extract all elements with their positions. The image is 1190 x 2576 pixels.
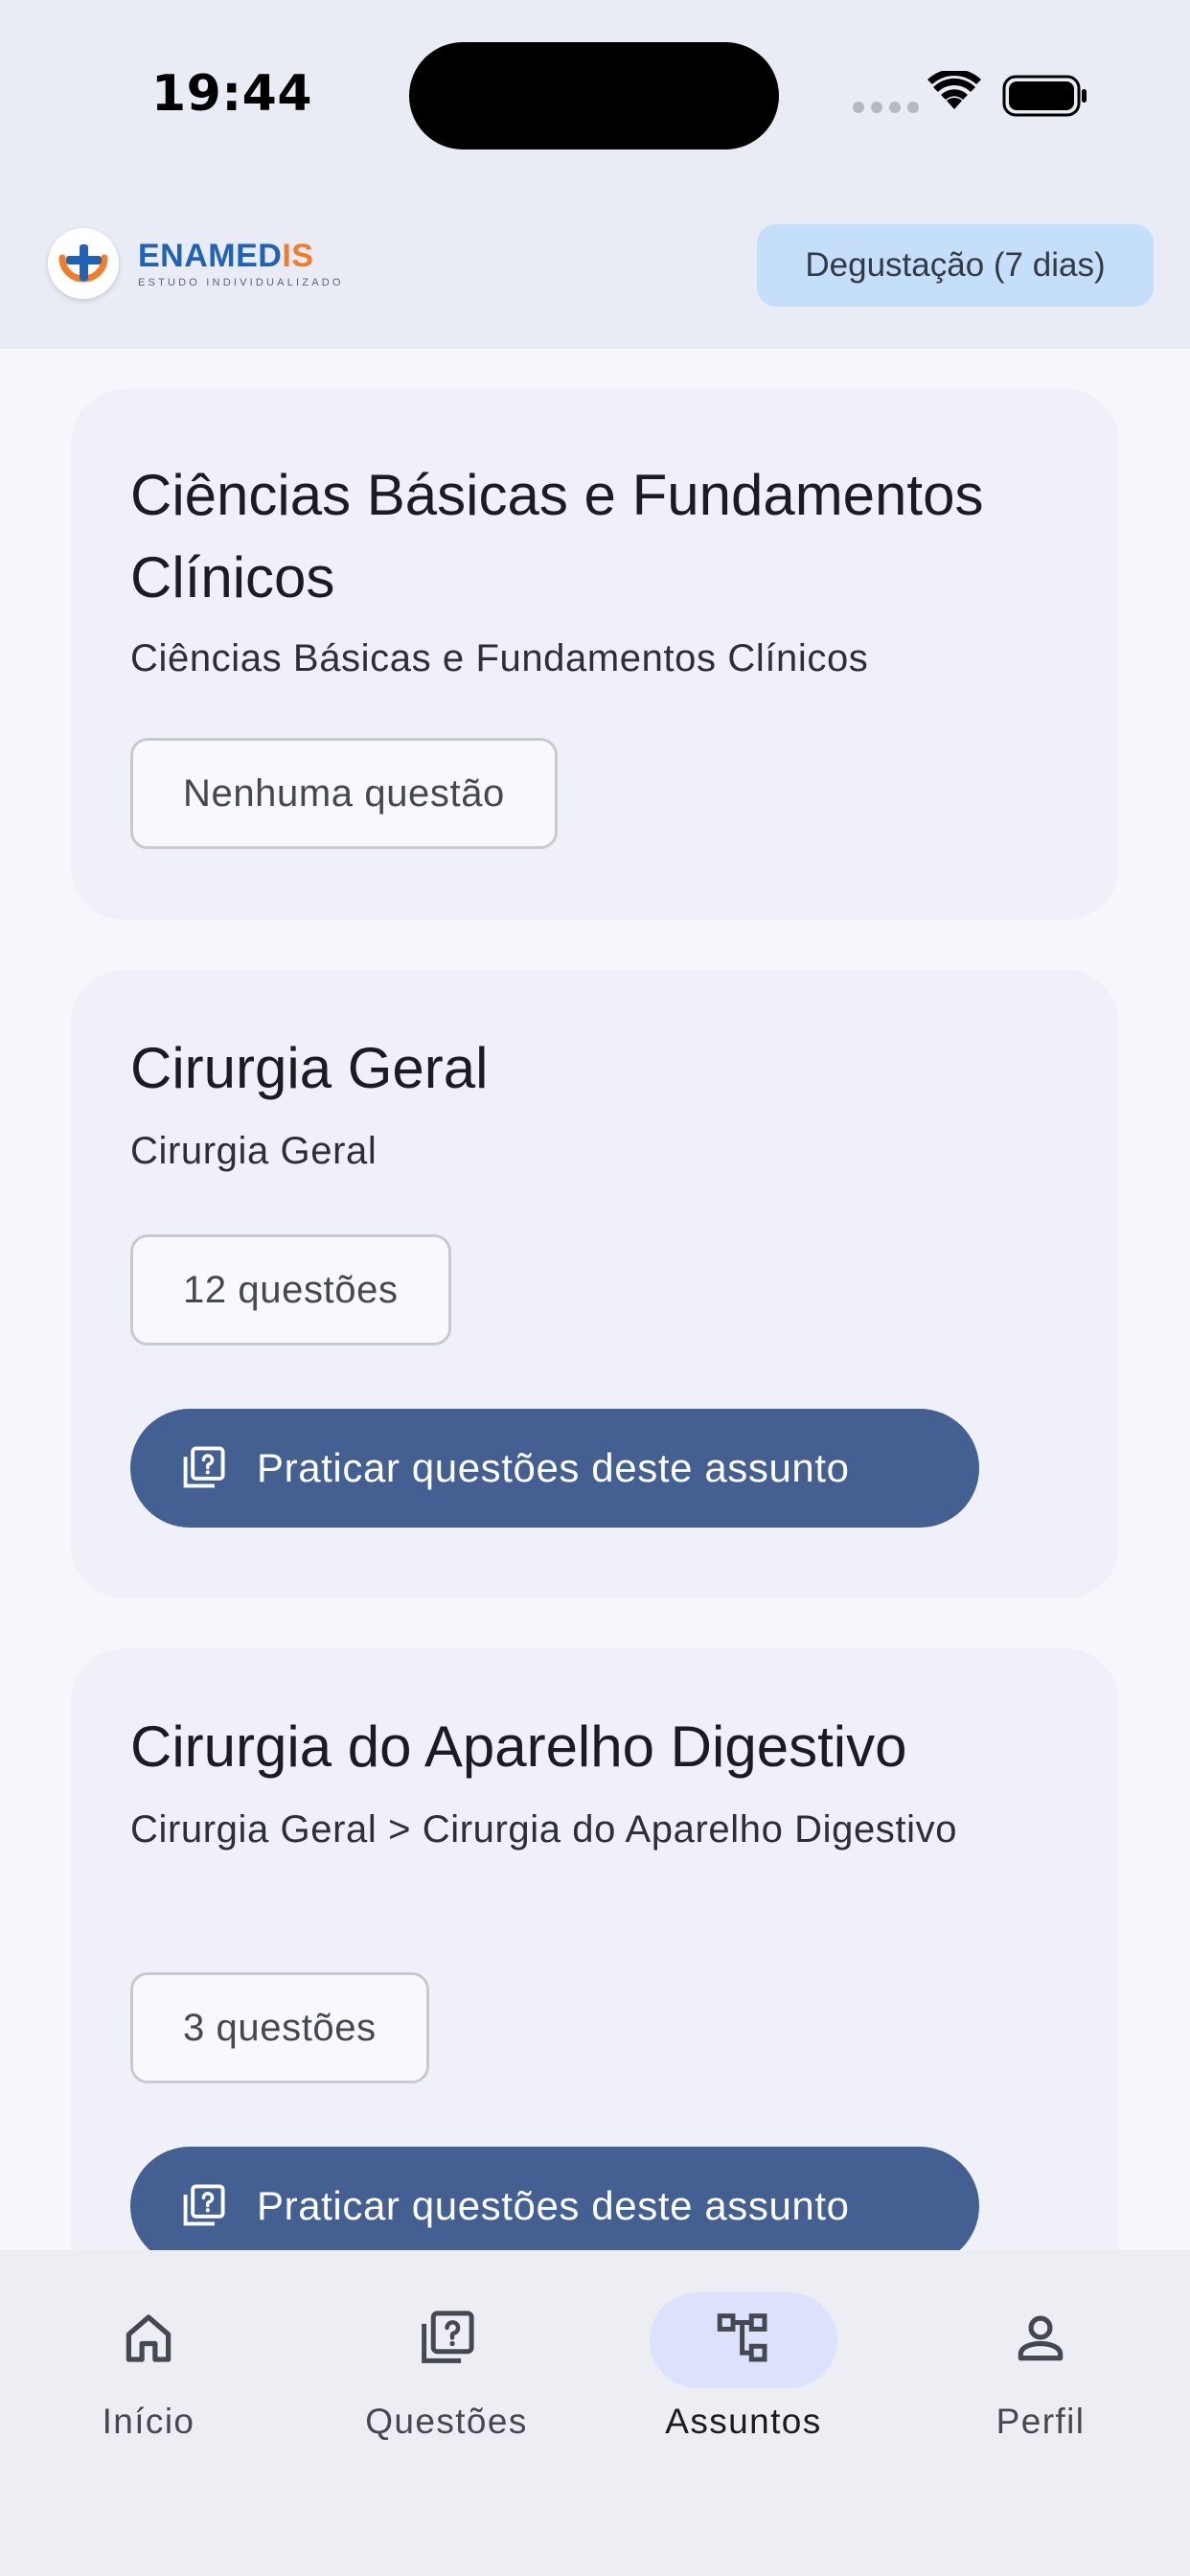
dynamic-island [409, 42, 779, 150]
subject-path: Cirurgia Geral [130, 1130, 378, 1172]
subject-path: Ciências Básicas e Fundamentos Clínicos [130, 637, 869, 679]
question-count-chip: 3 questões [130, 1972, 429, 2083]
subject-card: Cirurgia do Aparelho Digestivo Cirurgia … [71, 1648, 1119, 2250]
status-bar: 19:44 [0, 0, 1190, 192]
subject-card: Ciências Básicas e Fundamentos Clínicos … [71, 389, 1119, 920]
question-count-chip: 12 questões [130, 1234, 451, 1346]
subject-path: Cirurgia Geral > Cirurgia do Aparelho Di… [130, 1808, 958, 1851]
topics-tree-icon [712, 2307, 775, 2375]
wifi-icon [927, 68, 981, 116]
nav-label: Início [102, 2402, 195, 2441]
practice-button-label: Praticar questões deste assunto [257, 2183, 850, 2228]
status-time: 19:44 [151, 65, 313, 123]
subject-title: Cirurgia do Aparelho Digestivo [130, 1714, 907, 1779]
subjects-list[interactable]: Ciências Básicas e Fundamentos Clínicos … [0, 349, 1190, 2250]
logo-tagline: ESTUDO INDIVIDUALIZADO [138, 277, 344, 288]
quiz-icon [178, 2181, 228, 2231]
nav-item-assuntos[interactable]: Assuntos [600, 2292, 887, 2465]
nav-item-inicio[interactable]: Início [5, 2292, 292, 2465]
question-count-chip: Nenhuma questão [130, 738, 558, 849]
logo-wordmark: ENAMEDIS [138, 238, 314, 274]
app-logo: ENAMEDIS ESTUDO INDIVIDUALIZADO [48, 228, 344, 299]
app-header: ENAMEDIS ESTUDO INDIVIDUALIZADO Degustaç… [0, 192, 1190, 349]
subject-card: Cirurgia Geral Cirurgia Geral 12 questõe… [71, 970, 1119, 1598]
battery-icon [1002, 75, 1088, 122]
top-area: 19:44 ENAMEDIS ESTUDO INDIVIDUALIZADO De… [0, 0, 1190, 349]
practice-button-label: Praticar questões deste assunto [257, 1445, 850, 1490]
trial-badge[interactable]: Degustação (7 dias) [757, 224, 1154, 307]
person-icon [1009, 2307, 1072, 2375]
practice-subject-button[interactable]: Praticar questões deste assunto [130, 2147, 979, 2250]
logo-mark-icon [48, 228, 119, 299]
home-icon [117, 2307, 180, 2375]
nav-label: Questões [365, 2402, 528, 2441]
active-nav-indicator [650, 2292, 837, 2388]
nav-item-perfil[interactable]: Perfil [897, 2292, 1184, 2465]
subject-title: Ciências Básicas e Fundamentos Clínicos [130, 463, 984, 610]
quiz-icon [415, 2307, 478, 2375]
nav-item-questoes[interactable]: Questões [303, 2292, 590, 2465]
practice-subject-button[interactable]: Praticar questões deste assunto [130, 1409, 979, 1528]
bottom-navigation: Início Questões Assuntos Perfil [0, 2250, 1190, 2576]
nav-label: Assuntos [665, 2402, 822, 2441]
nav-label: Perfil [995, 2402, 1086, 2441]
cellular-signal-icon [853, 102, 919, 113]
subject-title: Cirurgia Geral [130, 1036, 489, 1100]
quiz-icon [178, 1443, 228, 1493]
